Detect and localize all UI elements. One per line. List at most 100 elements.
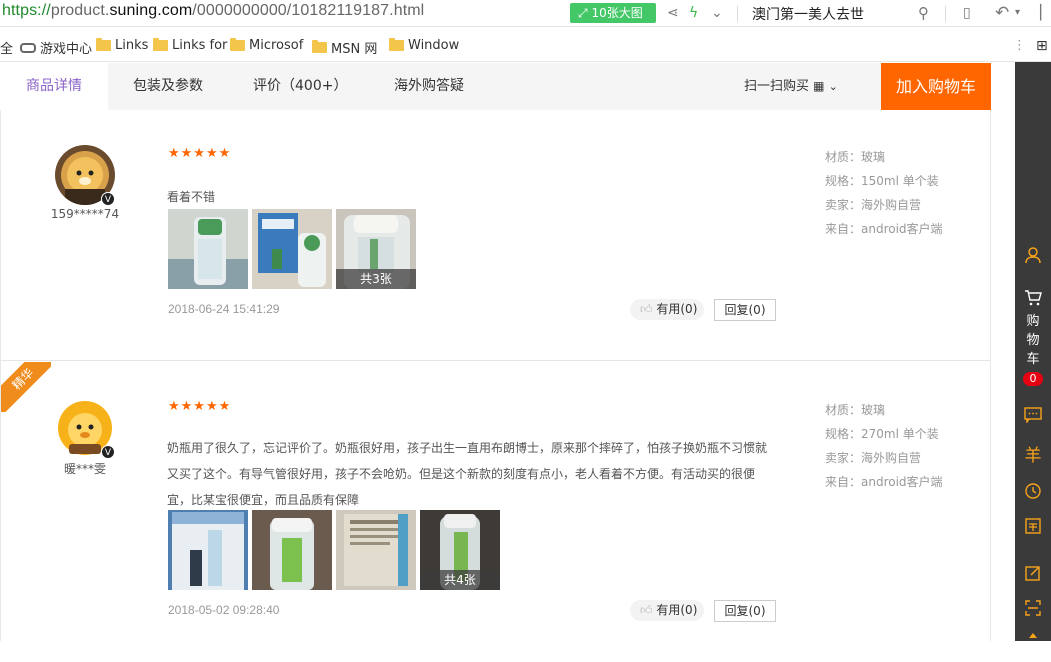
useful-button[interactable]: 👍︎ 有用(0) [630,600,704,621]
url-field[interactable]: https://product.suning.com/0000000000/10… [2,2,424,20]
thumbs-up-icon: 👍︎ [640,603,653,617]
tab-product-details[interactable]: 商品详情 [0,63,108,110]
big-images-button[interactable]: ⤢ 10张大图 [570,3,656,23]
reviews-list: V 159*****74 ★★★★★ 看着不错 共3张 2018-06-24 1… [0,110,991,641]
history-icon[interactable] [1015,482,1051,505]
undo-dropdown-icon[interactable]: ▾ [1015,4,1020,22]
user-icon[interactable] [1015,246,1051,269]
photo-count-label: 共4张 [420,570,500,590]
grid-icon[interactable]: ⊞ [1036,38,1048,54]
yen-icon[interactable]: 羊 [1015,446,1051,466]
tab-overseas-qa[interactable]: 海外购答疑 [394,63,464,110]
meta-material: 材质：玻璃 [825,150,886,164]
review-item: V 159*****74 ★★★★★ 看着不错 共3张 2018-06-24 1… [1,110,991,361]
review-photos: 共4张 [168,510,500,590]
undo-icon[interactable]: ↶ [995,4,1009,22]
bookmark-label: Microsof [249,38,304,53]
meta-source: 来自：android客户端 [825,475,943,489]
coupon-icon[interactable] [1015,517,1051,540]
review-meta: 材质：玻璃 规格：150ml 单个装 卖家：海外购自营 来自：android客户… [825,145,943,241]
back-to-top-icon[interactable] [1029,633,1037,638]
bookmark-microsoft[interactable]: Microsof [230,38,303,53]
cart-count-badge: 0 [1023,372,1043,386]
bookmark-label: Links for [172,38,228,53]
url-scheme: https:// [2,2,51,19]
reply-button[interactable]: 回复(0) [714,600,776,622]
qr-code-icon: ▦ [813,79,825,93]
meta-source: 来自：android客户端 [825,222,943,236]
big-images-label: 10张大图 [591,6,643,20]
url-host-prefix: product. [50,2,110,19]
cart-label-char: 车 [1026,352,1040,367]
gamepad-icon [20,42,36,53]
bookmark-window[interactable]: Window [389,38,459,53]
product-tab-bar: 商品详情 包装及参数 评价（400+） 海外购答疑 扫一扫购买 ▦ ⌄ 加入购物… [0,63,991,110]
member-badge-icon: V [101,445,115,459]
cart-icon [1015,290,1051,312]
address-bar[interactable]: https://product.suning.com/0000000000/10… [0,0,1051,27]
scan-to-buy[interactable]: 扫一扫购买 ▦ ⌄ [744,63,838,110]
review-username: 159*****74 [50,207,120,221]
chat-icon[interactable] [1015,407,1051,428]
review-photo[interactable] [252,510,332,590]
search-icon[interactable]: ⚲ [918,4,929,22]
meta-seller: 卖家：海外购自营 [825,198,922,212]
tab-packaging-specs[interactable]: 包装及参数 [133,63,203,110]
share-icon[interactable]: ⋖ [667,4,679,22]
bookmarks-all[interactable]: 全 [0,38,13,57]
separator [945,6,946,22]
url-host: suning.com [109,2,193,19]
phone-icon[interactable]: ▯ [963,4,971,22]
review-photo[interactable] [168,209,248,289]
review-photo[interactable] [168,510,248,590]
meta-seller: 卖家：海外购自营 [825,451,922,465]
tab-reviews[interactable]: 评价（400+） [253,63,347,110]
url-path: /0000000000/10182119187.html [192,2,425,19]
review-username: 暖***雯 [63,462,106,476]
bookmark-links[interactable]: Links [96,38,148,53]
lightning-icon[interactable]: ϟ [689,4,698,22]
bookmark-games[interactable]: 游戏中心 [20,38,92,57]
scan-to-buy-label: 扫一扫购买 [744,79,810,94]
folder-icon [153,38,168,51]
bookmark-links-for[interactable]: Links for [153,38,227,53]
sidebar-cart[interactable]: 购 物 车 0 [1015,290,1051,388]
separator [737,6,738,22]
cart-label-char: 物 [1026,333,1040,348]
chevron-down-icon[interactable]: ⌄ [711,4,723,22]
scan-icon[interactable] [1015,599,1051,622]
folder-icon [312,40,327,53]
rating-stars: ★★★★★ [168,146,232,161]
reply-button[interactable]: 回复(0) [714,299,776,321]
bookmark-label: Links [115,38,149,53]
meta-spec: 规格：270ml 单个装 [825,427,939,441]
useful-label: 有用(0) [656,603,698,617]
featured-label: 精华 [1,362,51,412]
edit-icon[interactable] [1015,564,1051,587]
photo-count-label: 共3张 [336,269,416,289]
news-headline[interactable]: 澳门第一美人去世 [752,4,864,24]
meta-spec: 规格：150ml 单个装 [825,174,939,188]
review-photos: 共3张 [168,209,416,289]
review-text: 奶瓶用了很久了，忘记评价了。奶瓶很好用，孩子出生一直用布朗博士，原来那个摔碎了，… [167,441,768,507]
bookmark-msn[interactable]: MSN 网 [312,38,377,57]
review-photo[interactable] [252,209,332,289]
review-date: 2018-06-24 15:41:29 [168,302,280,316]
review-photo[interactable]: 共4张 [420,510,500,590]
member-badge-icon: V [101,192,115,206]
add-to-cart-button[interactable]: 加入购物车 [881,63,991,110]
chevron-down-icon: ⌄ [828,80,838,93]
useful-label: 有用(0) [656,302,698,316]
review-item: 精华 V 暖***雯 ★★★★★ 奶瓶用了很久了，忘记评价了。奶瓶很好用，孩子出… [1,362,991,662]
review-text: 看着不错 [167,190,216,204]
more-icon[interactable]: ▏ [1040,4,1051,22]
bookmark-label: Window [408,38,460,53]
review-meta: 材质：玻璃 规格：270ml 单个装 卖家：海外购自营 来自：android客户… [825,398,943,494]
review-photo[interactable] [336,510,416,590]
featured-ribbon: 精华 [1,362,51,412]
review-photo[interactable]: 共3张 [336,209,416,289]
useful-button[interactable]: 👍︎ 有用(0) [630,299,704,320]
bookmark-label: 游戏中心 [40,42,93,57]
cart-label-char: 购 [1026,314,1040,329]
bookmark-label: MSN 网 [331,42,378,57]
